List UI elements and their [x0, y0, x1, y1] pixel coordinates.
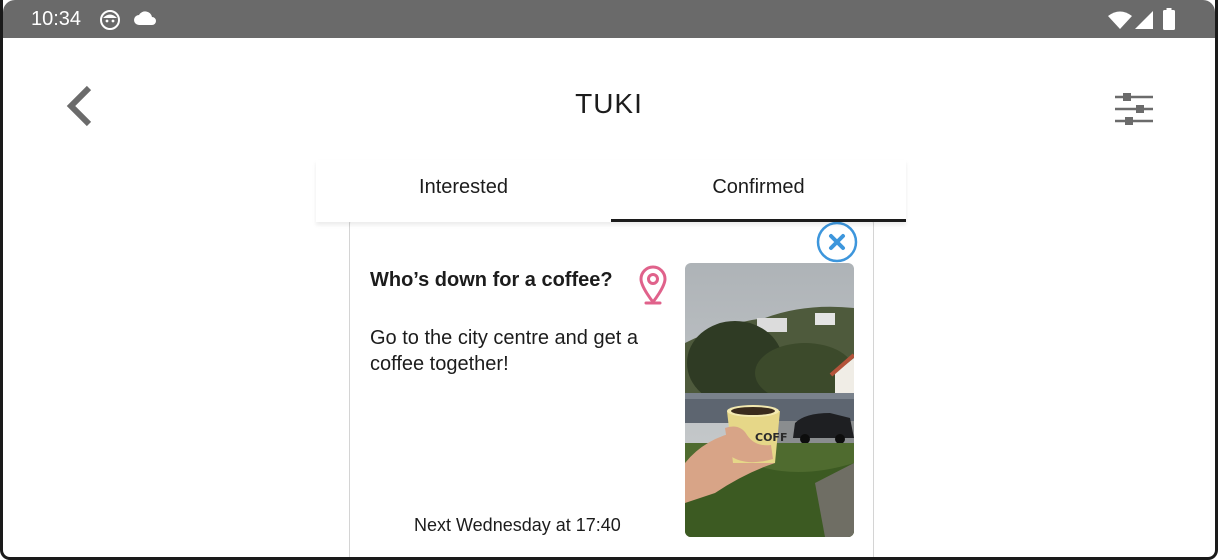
status-time: 10:34	[31, 8, 82, 30]
tab-interested-label: Interested	[419, 176, 508, 198]
battery-icon	[1163, 8, 1175, 30]
filter-button[interactable]	[1113, 90, 1155, 128]
close-button[interactable]	[816, 221, 858, 263]
event-time: Next Wednesday at 17:40	[414, 515, 621, 535]
coffee-cup-photo: COFF	[685, 263, 854, 537]
tab-interested[interactable]: Interested	[316, 160, 611, 222]
svg-text:COFF: COFF	[755, 431, 787, 444]
cloud-icon	[134, 11, 156, 25]
event-description: Go to the city centre and get a coffee t…	[370, 327, 638, 375]
wifi-icon	[1108, 11, 1132, 29]
phone-screen: 10:34 TUKI Interested Confirmed Who’s do…	[0, 0, 1218, 560]
face-icon	[100, 10, 120, 30]
close-icon	[816, 221, 858, 263]
location-pin-icon	[639, 265, 667, 305]
status-bar: 10:34	[3, 0, 1215, 38]
event-title: Who’s down for a coffee?	[370, 269, 613, 291]
location-button[interactable]	[638, 265, 668, 305]
page-title: TUKI	[575, 88, 643, 119]
event-card[interactable]: Who’s down for a coffee? Go to the city …	[349, 214, 874, 557]
sliders-icon	[1115, 93, 1153, 125]
tab-bar: Interested Confirmed	[316, 160, 906, 222]
tab-confirmed[interactable]: Confirmed	[611, 160, 906, 222]
signal-icon	[1135, 11, 1153, 29]
tab-confirmed-label: Confirmed	[712, 176, 805, 198]
